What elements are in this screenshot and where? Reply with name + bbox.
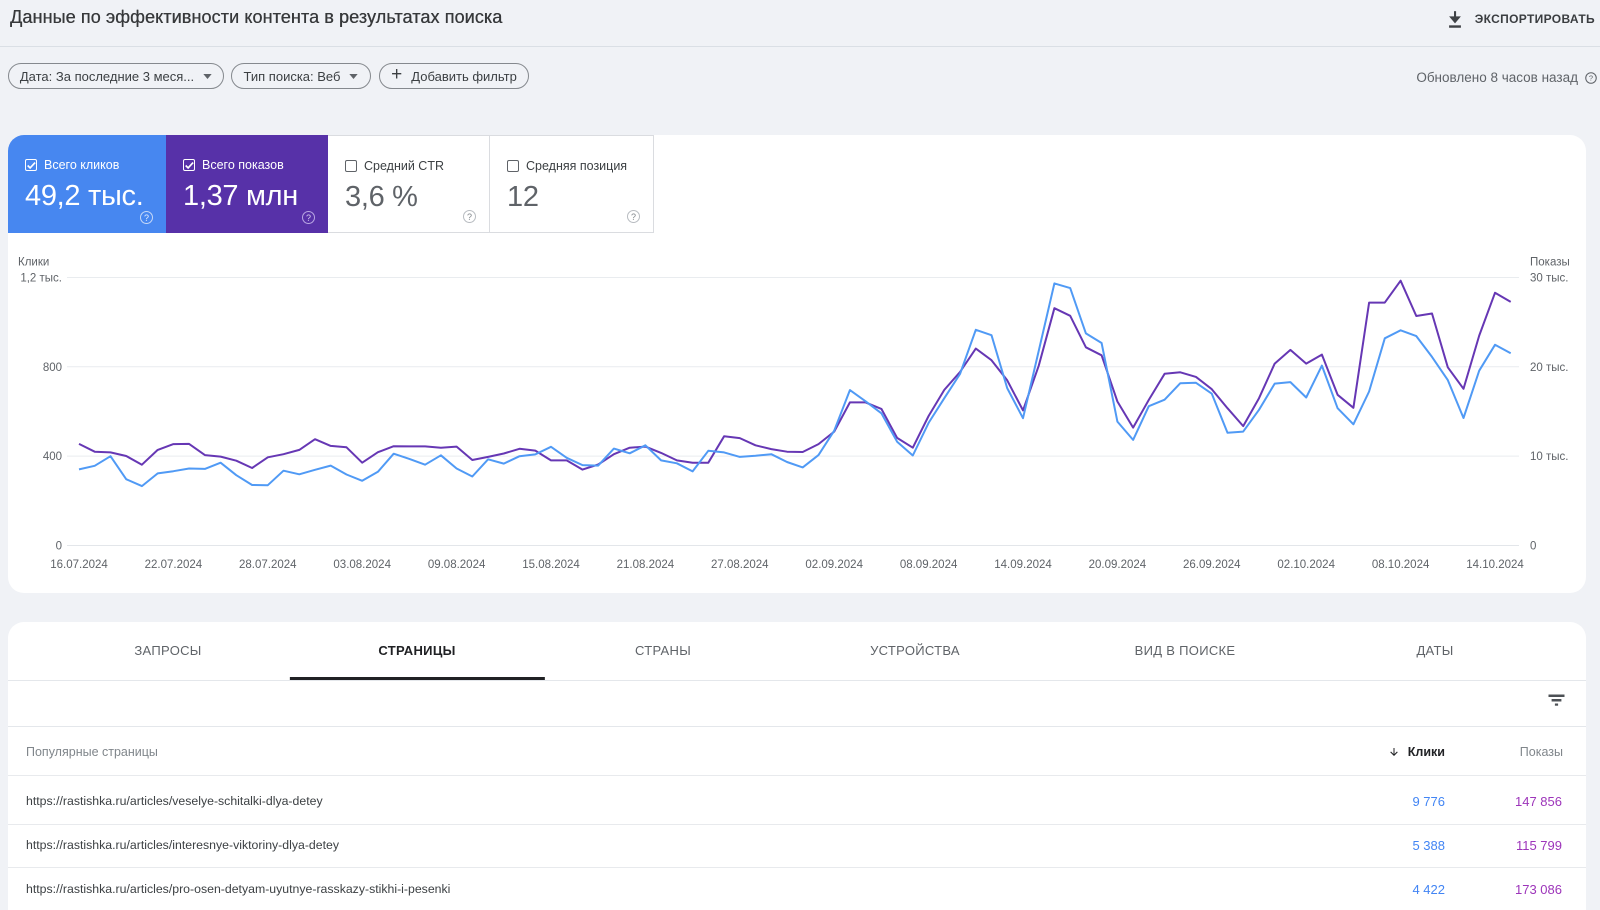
svg-text:28.07.2024: 28.07.2024: [239, 559, 297, 571]
svg-text:14.09.2024: 14.09.2024: [994, 559, 1052, 571]
svg-text:15.08.2024: 15.08.2024: [522, 559, 580, 571]
svg-text:?: ?: [1589, 73, 1593, 82]
svg-text:Показы: Показы: [1530, 257, 1570, 269]
svg-text:02.10.2024: 02.10.2024: [1277, 559, 1335, 571]
svg-text:0: 0: [1530, 541, 1536, 553]
svg-text:16.07.2024: 16.07.2024: [50, 559, 108, 571]
svg-text:10 тыс.: 10 тыс.: [1530, 451, 1568, 463]
svg-text:03.08.2024: 03.08.2024: [333, 559, 391, 571]
svg-text:20 тыс.: 20 тыс.: [1530, 362, 1568, 374]
svg-text:02.09.2024: 02.09.2024: [805, 559, 863, 571]
svg-text:26.09.2024: 26.09.2024: [1183, 559, 1241, 571]
svg-text:08.10.2024: 08.10.2024: [1372, 559, 1430, 571]
svg-text:20.09.2024: 20.09.2024: [1089, 559, 1147, 571]
svg-text:800: 800: [43, 362, 62, 374]
svg-text:Клики: Клики: [18, 257, 49, 269]
svg-text:30 тыс.: 30 тыс.: [1530, 273, 1568, 285]
svg-text:0: 0: [56, 541, 62, 553]
svg-text:08.09.2024: 08.09.2024: [900, 559, 958, 571]
svg-text:27.08.2024: 27.08.2024: [711, 559, 769, 571]
svg-text:14.10.2024: 14.10.2024: [1466, 559, 1524, 571]
svg-text:22.07.2024: 22.07.2024: [145, 559, 203, 571]
svg-text:21.08.2024: 21.08.2024: [617, 559, 675, 571]
svg-text:09.08.2024: 09.08.2024: [428, 559, 486, 571]
svg-text:400: 400: [43, 451, 62, 463]
svg-text:1,2 тыс.: 1,2 тыс.: [20, 273, 62, 285]
